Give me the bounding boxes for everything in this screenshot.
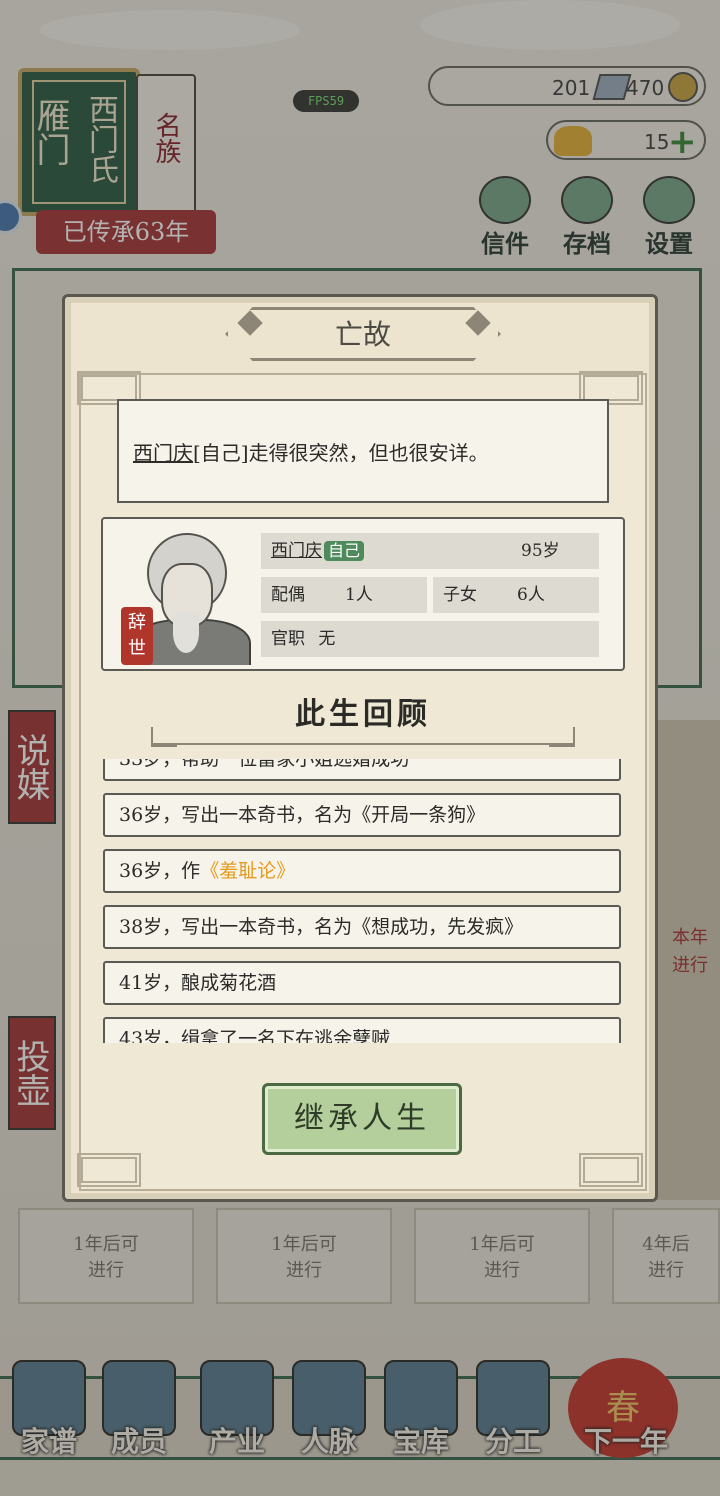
profile-card: 辞世 西门庆 自己 95岁 配偶 1人 子女 6人 官职 无: [101, 517, 625, 671]
children-label: 子女: [443, 585, 477, 605]
list-item: 43岁，缉拿了一名下在逃余孽贼: [103, 1017, 621, 1043]
modal-title: 亡故: [334, 318, 391, 351]
list-item: 36岁，写出一本奇书，名为《开局一条狗》: [103, 793, 621, 837]
list-item: 33岁，帮助一位富家小姐逃婚成功: [103, 759, 621, 781]
spouse-value: 1人: [345, 585, 373, 605]
death-message: 西门庆[自己]走得很突然，但也很安详。: [117, 399, 609, 503]
spouse-row: 配偶 1人: [261, 577, 427, 613]
deceased-seal: 辞世: [121, 607, 153, 665]
portrait-beard: [173, 613, 199, 653]
portrait: 辞世: [109, 523, 261, 665]
office-row: 官职 无: [261, 621, 599, 657]
list-item: 38岁，写出一本奇书，名为《想成功，先发疯》: [103, 905, 621, 949]
inherit-life-button[interactable]: 继承人生: [262, 1083, 462, 1155]
corner-ornament: [579, 1153, 643, 1187]
office-value: 无: [318, 629, 336, 649]
list-item: 41岁，酿成菊花酒: [103, 961, 621, 1005]
death-text: [自己]走得很突然，但也很安详。: [193, 441, 489, 465]
life-events-list[interactable]: 33岁，帮助一位富家小姐逃婚成功 36岁，写出一本奇书，名为《开局一条狗》 36…: [101, 759, 625, 1043]
deceased-name[interactable]: 西门庆: [133, 441, 193, 465]
list-item: 36岁，作《羞耻论》: [103, 849, 621, 893]
name-age-row: 西门庆 自己 95岁: [261, 533, 599, 569]
spouse-label: 配偶: [271, 585, 305, 605]
death-modal: 亡故 西门庆[自己]走得很突然，但也很安详。 辞世 西门庆 自己 95岁 配偶 1…: [62, 294, 658, 1202]
corner-ornament: [77, 1153, 141, 1187]
children-row: 子女 6人: [433, 577, 599, 613]
profile-age: 95岁: [521, 541, 560, 561]
modal-title-plaque: 亡故: [225, 307, 501, 361]
children-value: 6人: [517, 585, 545, 605]
review-divider: [151, 727, 575, 747]
office-label: 官职: [271, 629, 305, 649]
profile-name[interactable]: 西门庆: [271, 541, 322, 561]
self-tag: 自己: [324, 541, 365, 561]
